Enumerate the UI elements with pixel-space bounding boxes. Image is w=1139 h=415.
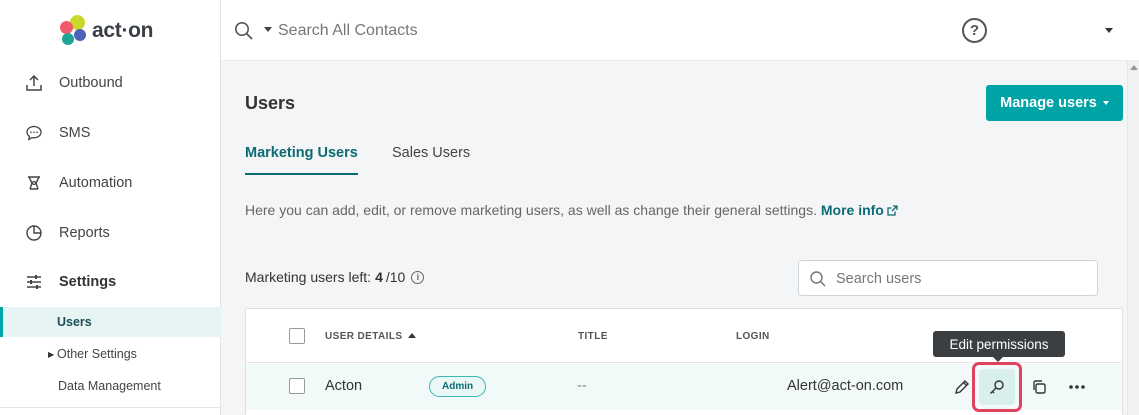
sidebar-item-outbound[interactable]: Outbound [0,63,221,103]
select-all-checkbox[interactable] [289,328,305,344]
subitem-label: Users [57,315,92,329]
search-icon [809,270,827,293]
tab-marketing-users[interactable]: Marketing Users [245,145,358,175]
page-scrollbar[interactable] [1127,61,1139,415]
users-left-label: Marketing users left: [245,269,372,285]
sidebar-item-label: Settings [59,274,117,290]
more-info-label: More info [820,202,884,218]
key-icon [990,380,1004,394]
edit-permissions-button[interactable] [979,369,1015,405]
sidebar-subitem-other-settings[interactable]: ▶ Other Settings [0,339,221,369]
column-header-login: LOGIN [736,331,770,342]
upload-icon [24,73,44,93]
search-users-input[interactable] [836,269,1086,289]
column-header-title: TITLE [578,331,608,342]
global-search-input[interactable] [278,18,678,44]
sort-ascending-icon [408,333,417,338]
column-label: USER DETAILS [325,331,403,342]
sidebar-item-label: Outbound [59,75,123,91]
sidebar-item-label: Reports [59,225,110,241]
copy-user-button[interactable] [1026,374,1052,400]
sidebar-item-automation[interactable]: Automation [0,163,221,203]
edit-user-button[interactable] [948,374,974,400]
sidebar: act·on Outbound SMS Automation Reports S… [0,0,221,415]
more-info-link[interactable]: More info [821,202,898,218]
chat-bubble-icon [24,123,44,143]
more-horizontal-icon [1069,385,1085,389]
copy-icon [1033,380,1046,394]
subitem-label: Other Settings [57,347,137,361]
sliders-icon [24,272,44,292]
users-left-total: /10 [385,269,406,285]
tab-sales-users[interactable]: Sales Users [392,145,470,175]
manage-users-label: Manage users [1000,95,1097,111]
sidebar-item-reports[interactable]: Reports [0,213,221,253]
sidebar-item-settings[interactable]: Settings [0,262,221,302]
act-on-logo[interactable]: act·on [58,14,154,48]
automation-icon [24,173,44,193]
account-dropdown-icon[interactable] [1105,28,1113,33]
user-search-box[interactable] [798,260,1098,296]
page-title: Users [245,93,296,113]
admin-badge: Admin [429,376,487,397]
top-header: ? [221,0,1139,61]
search-scope-dropdown-icon[interactable] [264,27,272,32]
user-name: Acton [325,378,363,394]
sidebar-subitem-data-management[interactable]: Data Management [0,371,221,401]
table-row[interactable]: Acton Admin -- Alert@act-on.com [246,362,1122,412]
subitem-label: Data Management [58,379,161,393]
user-title: -- [577,378,587,394]
sidebar-item-label: SMS [59,125,91,141]
sidebar-item-sms[interactable]: SMS [0,113,221,153]
pencil-icon [954,379,969,394]
row-checkbox[interactable] [289,378,305,394]
help-icon[interactable]: ? [962,18,987,43]
caret-right-icon: ▶ [48,349,55,359]
users-table: USER DETAILS TITLE LOGIN Acton Admin -- … [245,308,1123,415]
page-description: Here you can add, edit, or remove market… [245,202,898,219]
users-left-indicator: Marketing users left: 4 /10 i [245,269,425,285]
search-icon[interactable] [234,21,254,46]
user-login: Alert@act-on.com [787,378,904,394]
sidebar-subitem-users[interactable]: Users [0,307,221,337]
column-header-user-details[interactable]: USER DETAILS [325,331,417,342]
sidebar-divider [0,407,221,408]
more-actions-button[interactable] [1064,374,1090,400]
description-text: Here you can add, edit, or remove market… [245,202,817,218]
logo-mark-icon [58,15,88,47]
users-left-count: 4 [375,269,383,285]
chevron-down-icon [1102,101,1109,105]
edit-permissions-tooltip: Edit permissions [933,331,1065,362]
pie-chart-icon [24,223,44,243]
external-link-icon [887,203,898,219]
logo-text: act·on [92,19,154,42]
sidebar-item-label: Automation [59,175,133,191]
manage-users-button[interactable]: Manage users [986,85,1123,121]
scroll-up-icon[interactable] [1130,65,1138,70]
info-icon[interactable]: i [411,270,425,284]
